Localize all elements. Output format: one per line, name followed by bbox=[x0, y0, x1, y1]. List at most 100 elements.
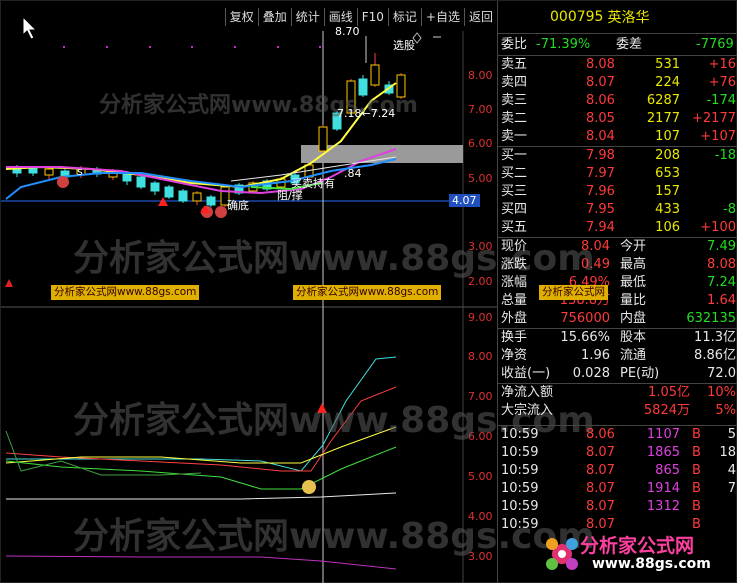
stat-value: 756000 bbox=[560, 311, 610, 326]
level-price: 8.05 bbox=[586, 111, 615, 126]
buy-level-row[interactable]: 买四 7.95 433 -8 bbox=[498, 201, 737, 219]
stat-label: 流通 bbox=[620, 348, 647, 363]
sell-signal-icon bbox=[215, 206, 227, 218]
flow-label: 净流入额 bbox=[501, 385, 554, 400]
tick-time: 10:59 bbox=[501, 463, 539, 478]
flow-pct: 10% bbox=[707, 385, 736, 400]
stat-value: 8.04 bbox=[581, 239, 610, 254]
tick-row[interactable]: 10:59 8.07 1312 B bbox=[498, 498, 737, 516]
mid-value-label: .84 bbox=[344, 167, 362, 180]
chart-area[interactable]: 复权 叠加 统计 画线 F10 标记 +自选 返回 8.00 7.00 6.00 5.00 4.07 3… bbox=[1, 1, 595, 583]
tick-row[interactable]: 10:59 8.07 1865 B 18 bbox=[498, 444, 737, 462]
stat-value: 8.86亿 bbox=[694, 348, 736, 363]
indicator-axis-label: 9.00 bbox=[468, 311, 493, 324]
chart-toolbar: 复权 叠加 统计 画线 F10 标记 +自选 返回 bbox=[224, 8, 497, 28]
stat-value: 0.028 bbox=[572, 366, 610, 381]
stock-header[interactable]: 000795 英洛华 bbox=[498, 1, 737, 34]
toolbar-button[interactable]: 画线 bbox=[323, 8, 357, 26]
level-volume: 6287 bbox=[646, 93, 680, 108]
sell-level-row[interactable]: 卖五 8.08 531 +16 bbox=[498, 56, 737, 74]
tick-row[interactable]: 10:59 8.06 1107 B 5 bbox=[498, 426, 737, 444]
stat-label: 外盘 bbox=[501, 311, 528, 326]
buy-level-row[interactable]: 买一 7.98 208 -18 bbox=[498, 147, 737, 165]
buy-level-row[interactable]: 买二 7.97 653 bbox=[498, 165, 737, 183]
stat-value: 0.49 bbox=[581, 257, 610, 272]
toolbar-button[interactable]: F10 bbox=[356, 8, 388, 26]
sell-level-row[interactable]: 卖二 8.05 2177 +2177 bbox=[498, 110, 737, 128]
tick-time: 10:59 bbox=[501, 481, 539, 496]
tick-count: 7 bbox=[727, 481, 736, 496]
toolbar-button[interactable]: 叠加 bbox=[257, 8, 291, 26]
star-icon bbox=[5, 279, 13, 287]
sell-level-row[interactable]: 卖四 8.07 224 +76 bbox=[498, 74, 737, 92]
quote-row: 涨跌 0.49 最高 8.08 bbox=[498, 256, 737, 274]
tick-row[interactable]: 10:59 8.07 865 B 4 bbox=[498, 462, 737, 480]
stat-label: 最低 bbox=[620, 275, 647, 290]
quote-row: 总量 138.8万 量比 1.64 bbox=[498, 292, 737, 310]
watermark-tag: 分析家公式网www.88gs.com bbox=[51, 285, 200, 300]
ma-note: 阻/撑 bbox=[277, 189, 303, 202]
stat-value: 7.24 bbox=[707, 275, 736, 290]
stat-label: 今开 bbox=[620, 239, 647, 254]
tick-side: B bbox=[692, 481, 701, 496]
level-label: 买四 bbox=[501, 202, 528, 217]
tick-volume: 865 bbox=[655, 463, 680, 478]
level-volume: 224 bbox=[655, 75, 680, 90]
level-change: +2177 bbox=[692, 111, 736, 126]
price-axis-label: 5.00 bbox=[468, 172, 493, 185]
candle-body bbox=[206, 196, 216, 206]
price-axis-label: 7.00 bbox=[468, 103, 493, 116]
candle-body bbox=[178, 190, 188, 202]
stats-row: 收益(一) 0.028 PE(动) 72.0 bbox=[498, 365, 737, 383]
level-label: 买一 bbox=[501, 148, 528, 163]
flow-pct: 5% bbox=[715, 403, 736, 418]
level-volume: 208 bbox=[655, 148, 680, 163]
buy-level-row[interactable]: 买五 7.94 106 +100 bbox=[498, 219, 737, 237]
level-volume: 531 bbox=[655, 57, 680, 72]
buy-level-row[interactable]: 买三 7.96 157 bbox=[498, 183, 737, 201]
sell-level-row[interactable]: 卖一 8.04 107 +107 bbox=[498, 128, 737, 146]
toolbar-button[interactable]: +自选 bbox=[420, 8, 464, 26]
sell-level-row[interactable]: 卖三 8.06 6287 -174 bbox=[498, 92, 737, 110]
tick-side: B bbox=[692, 445, 701, 460]
toolbar-button[interactable]: 复权 bbox=[224, 8, 258, 26]
candle-body bbox=[28, 167, 38, 174]
stat-label: 涨跌 bbox=[501, 257, 528, 272]
flow-label: 大宗流入 bbox=[501, 403, 554, 418]
level-price: 7.98 bbox=[586, 148, 615, 163]
logo-text: 分析家公式网 bbox=[580, 535, 695, 557]
toolbar-button[interactable]: 统计 bbox=[290, 8, 324, 26]
flow-row: 净流入额 1.05亿 10% bbox=[498, 384, 737, 402]
tick-row[interactable]: 10:59 8.07 1914 B 7 bbox=[498, 480, 737, 498]
level-change: +76 bbox=[708, 75, 736, 90]
tick-side: B bbox=[692, 499, 701, 514]
stat-value: 632135 bbox=[686, 311, 736, 326]
stat-value: 11.3亿 bbox=[694, 330, 736, 345]
level-price: 8.07 bbox=[586, 75, 615, 90]
level-volume: 106 bbox=[655, 220, 680, 235]
stat-label: 涨幅 bbox=[501, 275, 528, 290]
tick-list[interactable]: 10:59 8.06 1107 B 5 10:59 8.07 1865 B 18 10:59 8.07… bbox=[498, 426, 737, 534]
level-label: 买二 bbox=[501, 166, 528, 181]
quote-panel: 000795 英洛华 委比 -71.39% 委差 -7769 卖五 8.08 531… bbox=[497, 1, 737, 583]
toolbar-button[interactable]: 返回 bbox=[463, 8, 497, 26]
level-label: 买五 bbox=[501, 220, 528, 235]
tick-volume: 1865 bbox=[646, 445, 680, 460]
candle-body bbox=[136, 176, 146, 188]
candle-body bbox=[164, 186, 174, 198]
stock-name: 英洛华 bbox=[607, 10, 650, 26]
company-stats: 换手 15.66% 股本 11.3亿 净资 1.96 流通 8.86亿 收益(一) 0.028 PE… bbox=[498, 329, 737, 383]
stat-label: 换手 bbox=[501, 330, 528, 345]
level-volume: 2177 bbox=[646, 111, 680, 126]
tick-time: 10:59 bbox=[501, 499, 539, 514]
level-price: 8.04 bbox=[586, 129, 615, 144]
tick-time: 10:59 bbox=[501, 427, 539, 442]
range-label: 7.18←7.24 bbox=[337, 107, 396, 120]
stat-label: 收益(一) bbox=[501, 366, 551, 381]
toolbar-button[interactable]: 标记 bbox=[387, 8, 421, 26]
committee-diff-label: 委差 bbox=[616, 37, 643, 52]
level-volume: 653 bbox=[655, 166, 680, 181]
indicator-green bbox=[5, 446, 397, 490]
tick-price: 8.07 bbox=[586, 445, 615, 460]
flow-value: 1.05亿 bbox=[648, 385, 690, 400]
